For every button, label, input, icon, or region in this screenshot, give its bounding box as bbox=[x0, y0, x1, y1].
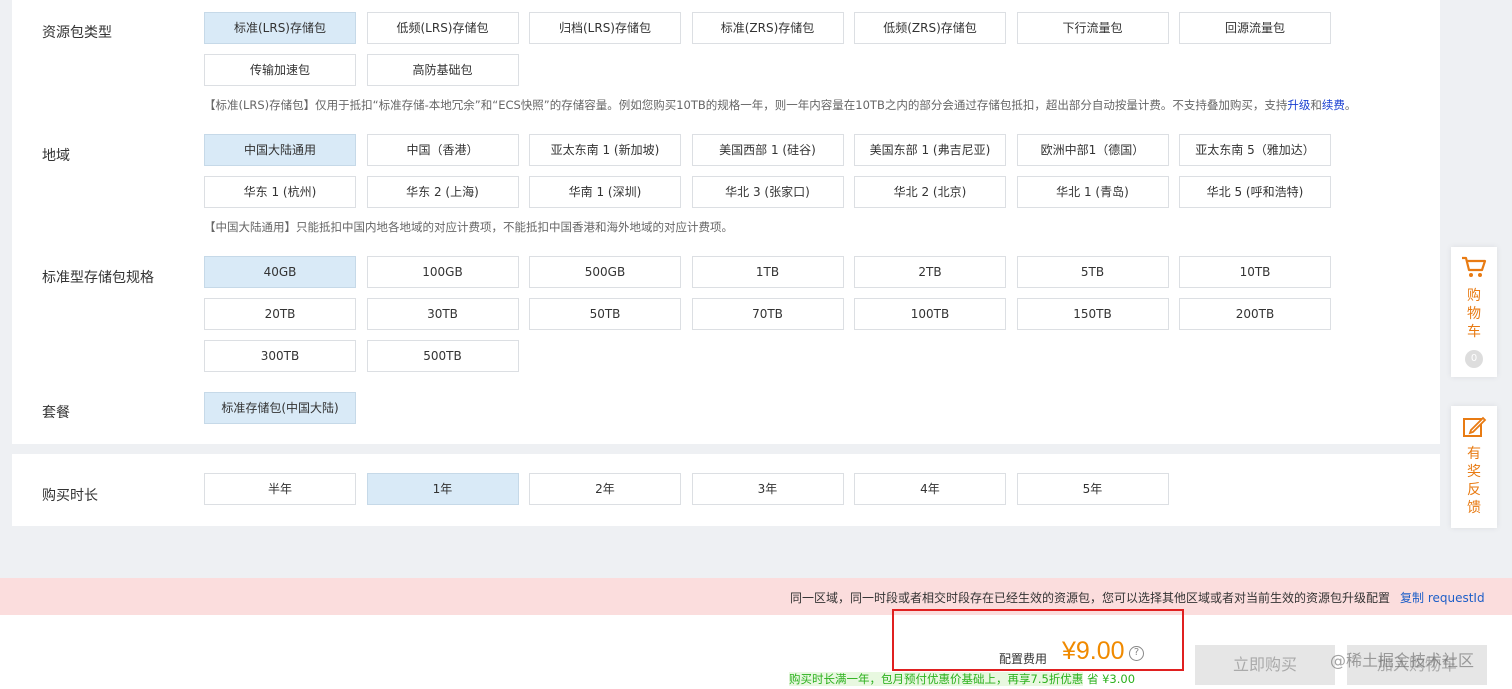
resource_type-option[interactable]: 低频(LRS)存储包 bbox=[366, 12, 519, 44]
cart-count-badge: 0 bbox=[1465, 350, 1483, 368]
renew-link[interactable]: 续费 bbox=[1322, 98, 1345, 112]
region-option[interactable]: 亚太东南 1 (新加坡) bbox=[529, 134, 681, 166]
edit-icon bbox=[1463, 416, 1487, 437]
region-option[interactable]: 华北 1 (青岛) bbox=[1016, 176, 1169, 208]
buy-now-button[interactable]: 立即购买 bbox=[1195, 645, 1335, 685]
region-option[interactable]: 华北 3 (张家口) bbox=[691, 176, 844, 208]
cart-icon bbox=[1462, 256, 1487, 277]
resource-type-label: 资源包类型 bbox=[42, 25, 112, 41]
spec-option[interactable]: 500TB bbox=[366, 340, 519, 372]
warning-bar: 同一区域，同一时段或者相交时段存在已经生效的资源包，您可以选择其他区域或者对当前… bbox=[0, 578, 1512, 615]
resource_type-option[interactable]: 高防基础包 bbox=[366, 54, 519, 86]
duration-option[interactable]: 半年 bbox=[204, 473, 356, 505]
duration-option[interactable]: 4年 bbox=[854, 473, 1006, 505]
upgrade-link[interactable]: 升级 bbox=[1287, 98, 1310, 112]
feedback-char-2: 奖 bbox=[1467, 464, 1481, 480]
spec-option[interactable]: 100GB bbox=[366, 256, 519, 288]
side-cart[interactable]: 购 物 车 0 bbox=[1451, 247, 1497, 377]
help-icon[interactable]: ? bbox=[1129, 646, 1144, 661]
watermark: @稀土掘金技术社区 bbox=[1330, 651, 1475, 670]
spec-option[interactable]: 70TB bbox=[691, 298, 844, 330]
spec-option[interactable]: 30TB bbox=[366, 298, 519, 330]
cart-char-1: 购 bbox=[1467, 288, 1481, 304]
resource_type-option[interactable]: 低频(ZRS)存储包 bbox=[854, 12, 1006, 44]
spec-option[interactable]: 5TB bbox=[1016, 256, 1169, 288]
price-label: 配置费用 bbox=[999, 652, 1048, 666]
duration-option[interactable]: 3年 bbox=[691, 473, 844, 505]
resource_type-option[interactable]: 回源流量包 bbox=[1179, 12, 1331, 44]
promo-discount: 购买时长满一年，包月预付优惠价基础上，再享7.5折优惠 bbox=[789, 672, 1084, 686]
region-option[interactable]: 华东 2 (上海) bbox=[366, 176, 519, 208]
spec-option[interactable]: 300TB bbox=[204, 340, 356, 372]
region-label: 地域 bbox=[42, 148, 70, 164]
spec-option[interactable]: 200TB bbox=[1179, 298, 1331, 330]
promo-saving: 省 ¥3.00 bbox=[1086, 672, 1136, 686]
spec-option[interactable]: 100TB bbox=[854, 298, 1006, 330]
resource_type-option[interactable]: 标准(LRS)存储包 bbox=[204, 12, 356, 44]
spec-option[interactable]: 20TB bbox=[204, 298, 356, 330]
package-option[interactable]: 标准存储包(中国大陆) bbox=[204, 392, 356, 424]
hint-and: 和 bbox=[1310, 98, 1322, 112]
region-option[interactable]: 华东 1 (杭州) bbox=[204, 176, 356, 208]
spec-option[interactable]: 50TB bbox=[529, 298, 681, 330]
spec-option[interactable]: 2TB bbox=[854, 256, 1006, 288]
spec-option[interactable]: 500GB bbox=[529, 256, 681, 288]
feedback-char-3: 反 bbox=[1467, 482, 1481, 498]
side-feedback[interactable]: 有 奖 反 馈 bbox=[1451, 406, 1497, 528]
resource_type-option[interactable]: 传输加速包 bbox=[204, 54, 356, 86]
duration-option[interactable]: 1年 bbox=[366, 473, 519, 505]
duration-panel: 购买时长 半年 1年 2年 3年 4年 5年 bbox=[12, 454, 1440, 526]
resource_type-option[interactable]: 下行流量包 bbox=[1016, 12, 1169, 44]
warning-text: 同一区域，同一时段或者相交时段存在已经生效的资源包，您可以选择其他区域或者对当前… bbox=[789, 591, 1390, 605]
spec-option[interactable]: 40GB bbox=[204, 256, 356, 288]
region-option[interactable]: 美国东部 1 (弗吉尼亚) bbox=[854, 134, 1006, 166]
spec-option[interactable]: 150TB bbox=[1016, 298, 1169, 330]
region-hint: 【中国大陆通用】只能抵扣中国内地各地域的对应计费项，不能抵扣中国香港和海外地域的… bbox=[204, 220, 733, 234]
config-panel: 资源包类型 标准(LRS)存储包 低频(LRS)存储包 归档(LRS)存储包 标准(Z… bbox=[12, 0, 1440, 444]
cart-char-3: 车 bbox=[1467, 324, 1481, 340]
price-value: ¥9.00 bbox=[1062, 637, 1125, 665]
region-option[interactable]: 华北 5 (呼和浩特) bbox=[1179, 176, 1331, 208]
region-option[interactable]: 华南 1 (深圳) bbox=[529, 176, 681, 208]
package-label: 套餐 bbox=[42, 405, 70, 421]
promo-text: 购买时长满一年，包月预付优惠价基础上，再享7.5折优惠 省 ¥3.00 bbox=[789, 671, 1135, 687]
region-option[interactable]: 中国（香港） bbox=[366, 134, 519, 166]
copy-requestid-link[interactable]: 复制 requestId bbox=[1400, 589, 1485, 606]
region-option[interactable]: 欧洲中部1（德国） bbox=[1016, 134, 1169, 166]
hint-end: 。 bbox=[1344, 98, 1357, 112]
resource-type-hint: 【标准(LRS)存储包】仅用于抵扣“标准存储-本地冗余”和“ECS快照”的存储容… bbox=[204, 97, 1356, 113]
duration-label: 购买时长 bbox=[42, 488, 98, 504]
spec-option[interactable]: 10TB bbox=[1179, 256, 1331, 288]
duration-option[interactable]: 2年 bbox=[529, 473, 681, 505]
spec-label: 标准型存储包规格 bbox=[42, 270, 154, 286]
region-option[interactable]: 中国大陆通用 bbox=[204, 134, 356, 166]
resource_type-option[interactable]: 标准(ZRS)存储包 bbox=[691, 12, 844, 44]
duration-option[interactable]: 5年 bbox=[1016, 473, 1169, 505]
region-option[interactable]: 华北 2 (北京) bbox=[854, 176, 1006, 208]
hint-text: 【标准(LRS)存储包】仅用于抵扣“标准存储-本地冗余”和“ECS快照”的存储容… bbox=[204, 98, 1288, 112]
cart-char-2: 物 bbox=[1467, 306, 1481, 322]
region-option[interactable]: 美国西部 1 (硅谷) bbox=[691, 134, 844, 166]
region-option[interactable]: 亚太东南 5（雅加达） bbox=[1179, 134, 1331, 166]
feedback-char-1: 有 bbox=[1467, 446, 1481, 462]
feedback-char-4: 馈 bbox=[1467, 500, 1481, 516]
resource_type-option[interactable]: 归档(LRS)存储包 bbox=[529, 12, 681, 44]
spec-option[interactable]: 1TB bbox=[691, 256, 844, 288]
